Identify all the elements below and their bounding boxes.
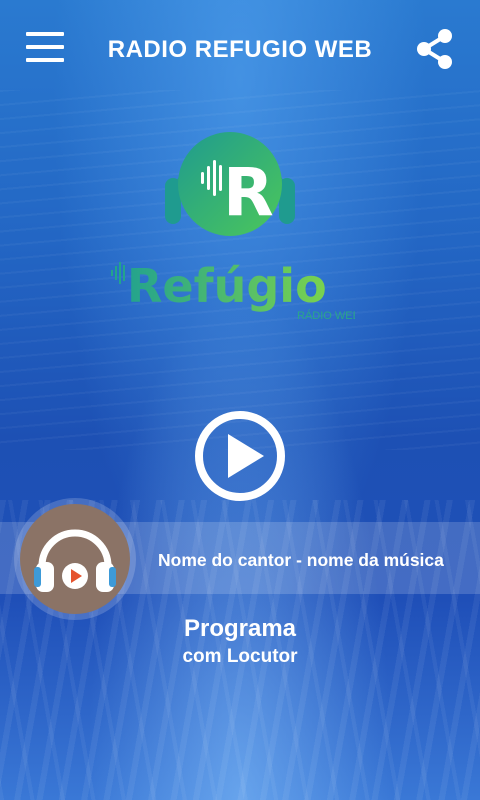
headphones-icon <box>34 529 116 592</box>
share-icon[interactable] <box>414 27 456 71</box>
logo-wordmark: Refúgio <box>127 259 327 313</box>
program-info: Programa com Locutor <box>0 614 480 670</box>
hamburger-menu-icon[interactable] <box>26 32 64 66</box>
top-bar: RADIO REFUGIO WEB <box>0 0 480 100</box>
now-playing-text: Nome do cantor - nome da música <box>158 550 444 570</box>
app-title: RADIO REFUGIO WEB <box>107 36 373 63</box>
refugio-logo: R Refúgio RÁDIO WEB <box>111 132 355 322</box>
logo-tagline: RÁDIO WEB <box>297 309 355 322</box>
play-icon[interactable] <box>194 410 286 502</box>
program-name: Programa <box>183 615 297 642</box>
logo-letter: R <box>223 154 274 231</box>
program-host: com Locutor <box>182 646 298 667</box>
